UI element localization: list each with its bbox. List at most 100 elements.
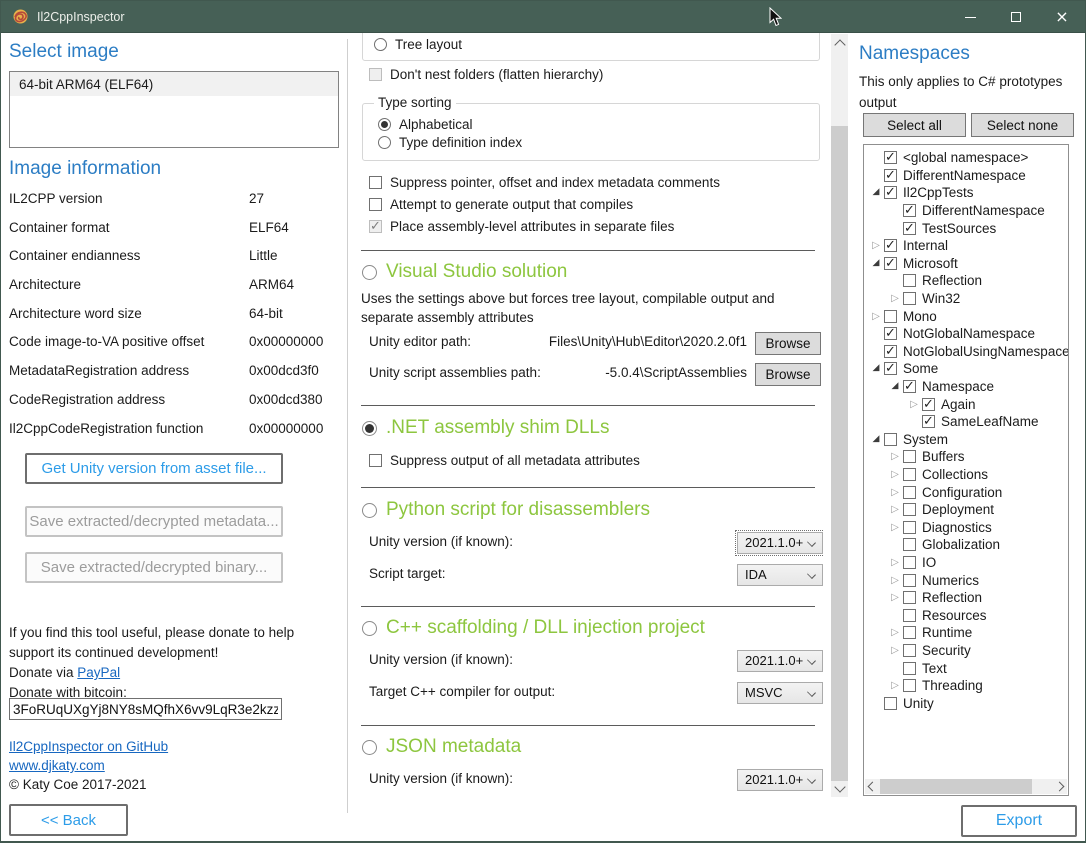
tree-item-checkbox[interactable] bbox=[903, 450, 916, 463]
image-list-item[interactable]: 64-bit ARM64 (ELF64) bbox=[10, 72, 338, 96]
tree-item[interactable]: ▷Collections bbox=[864, 466, 1068, 484]
bitcoin-address-input[interactable] bbox=[9, 698, 282, 720]
cpp-compiler-select[interactable]: MSVC bbox=[737, 682, 823, 704]
tree-item[interactable]: SameLeafName bbox=[864, 413, 1068, 431]
expander-icon[interactable]: ◢ bbox=[868, 184, 884, 201]
tree-item[interactable]: DifferentNamespace bbox=[864, 202, 1068, 220]
vs-solution-radio[interactable] bbox=[362, 265, 377, 280]
tree-item-checkbox[interactable] bbox=[903, 609, 916, 622]
cpp-scaffolding-section-header[interactable]: C++ scaffolding / DLL injection project bbox=[362, 617, 705, 639]
tree-item-checkbox[interactable] bbox=[903, 274, 916, 287]
tree-item-checkbox[interactable] bbox=[903, 503, 916, 516]
json-metadata-radio[interactable] bbox=[362, 740, 377, 755]
dont-nest-option[interactable]: Don't nest folders (flatten hierarchy) bbox=[369, 67, 603, 82]
tree-item[interactable]: DifferentNamespace bbox=[864, 167, 1068, 185]
expander-icon[interactable]: ▷ bbox=[887, 484, 903, 501]
select-all-button[interactable]: Select all bbox=[863, 113, 966, 137]
tree-item[interactable]: ◢Microsoft bbox=[864, 255, 1068, 273]
tree-item-checkbox[interactable] bbox=[884, 327, 897, 340]
scroll-up-button[interactable] bbox=[831, 34, 848, 51]
tree-item-checkbox[interactable] bbox=[922, 398, 935, 411]
tree-item-checkbox[interactable] bbox=[903, 591, 916, 604]
alphabetical-radio[interactable] bbox=[378, 118, 391, 131]
tree-item-checkbox[interactable] bbox=[884, 345, 897, 358]
tree-item-checkbox[interactable] bbox=[903, 380, 916, 393]
tree-item-checkbox[interactable] bbox=[903, 662, 916, 675]
tree-item[interactable]: Resources bbox=[864, 606, 1068, 624]
tree-item[interactable]: ▷Runtime bbox=[864, 624, 1068, 642]
cpp-unity-version-select[interactable]: 2021.1.0+ bbox=[737, 650, 823, 672]
tree-item[interactable]: ▷Configuration bbox=[864, 483, 1068, 501]
tree-item[interactable]: ◢Namespace bbox=[864, 378, 1068, 396]
tree-layout-radio[interactable] bbox=[374, 38, 387, 51]
type-def-index-option[interactable]: Type definition index bbox=[378, 135, 522, 150]
tree-item[interactable]: Text bbox=[864, 659, 1068, 677]
python-script-radio[interactable] bbox=[362, 503, 377, 518]
tree-item-checkbox[interactable] bbox=[903, 222, 916, 235]
tree-item[interactable]: ▷Buffers bbox=[864, 448, 1068, 466]
tree-item-checkbox[interactable] bbox=[903, 521, 916, 534]
title-bar[interactable]: Il2CppInspector × bbox=[1, 1, 1085, 33]
expander-icon[interactable]: ▷ bbox=[868, 308, 884, 325]
website-link[interactable]: www.djkaty.com bbox=[9, 758, 105, 773]
separate-attrs-checkbox[interactable] bbox=[369, 220, 382, 233]
tree-item[interactable]: NotGlobalUsingNamespace bbox=[864, 343, 1068, 361]
expander-icon[interactable]: ▷ bbox=[887, 677, 903, 694]
maximize-button[interactable] bbox=[993, 1, 1039, 33]
tree-item-checkbox[interactable] bbox=[903, 538, 916, 551]
expander-icon[interactable]: ▷ bbox=[887, 501, 903, 518]
expander-icon[interactable]: ◢ bbox=[868, 431, 884, 448]
vs-solution-section-header[interactable]: Visual Studio solution bbox=[362, 261, 567, 283]
tree-item[interactable]: ▷Deployment bbox=[864, 501, 1068, 519]
tree-item[interactable]: ▷Reflection bbox=[864, 589, 1068, 607]
options-scrollbar[interactable] bbox=[831, 34, 848, 797]
expander-icon[interactable]: ◢ bbox=[868, 255, 884, 272]
expander-icon[interactable]: ▷ bbox=[887, 466, 903, 483]
expander-icon[interactable]: ▷ bbox=[887, 554, 903, 571]
tree-item-checkbox[interactable] bbox=[884, 257, 897, 270]
expander-icon[interactable]: ◢ bbox=[887, 378, 903, 395]
tree-item[interactable]: Unity bbox=[864, 694, 1068, 712]
select-none-button[interactable]: Select none bbox=[971, 113, 1074, 137]
expander-icon[interactable]: ▷ bbox=[887, 519, 903, 536]
expander-icon[interactable]: ▷ bbox=[887, 624, 903, 641]
tree-item-checkbox[interactable] bbox=[922, 415, 935, 428]
tree-item[interactable]: ▷Again bbox=[864, 395, 1068, 413]
save-binary-button[interactable]: Save extracted/decrypted binary... bbox=[25, 552, 283, 583]
tree-item[interactable]: NotGlobalNamespace bbox=[864, 325, 1068, 343]
tree-item-checkbox[interactable] bbox=[903, 556, 916, 569]
expander-icon[interactable]: ▷ bbox=[887, 290, 903, 307]
tree-item-checkbox[interactable] bbox=[884, 697, 897, 710]
attempt-compile-option[interactable]: Attempt to generate output that compiles bbox=[369, 197, 633, 212]
tree-item-checkbox[interactable] bbox=[884, 310, 897, 323]
github-link[interactable]: Il2CppInspector on GitHub bbox=[9, 739, 168, 754]
tree-item[interactable]: Reflection bbox=[864, 272, 1068, 290]
tree-item[interactable]: ▷Numerics bbox=[864, 571, 1068, 589]
tree-item[interactable]: ▷Security bbox=[864, 642, 1068, 660]
browse-editor-path-button[interactable]: Browse bbox=[755, 332, 821, 355]
tree-item-checkbox[interactable] bbox=[903, 644, 916, 657]
tree-item[interactable]: ◢System bbox=[864, 431, 1068, 449]
tree-item[interactable]: Globalization bbox=[864, 536, 1068, 554]
scroll-down-button[interactable] bbox=[831, 780, 848, 797]
tree-item-checkbox[interactable] bbox=[903, 486, 916, 499]
tree-item-checkbox[interactable] bbox=[884, 433, 897, 446]
expander-icon[interactable]: ▷ bbox=[887, 589, 903, 606]
namespaces-hscrollbar[interactable] bbox=[865, 779, 1067, 794]
scrollbar-thumb[interactable] bbox=[831, 126, 848, 781]
tree-item[interactable]: ◢Some bbox=[864, 360, 1068, 378]
tree-item-checkbox[interactable] bbox=[884, 186, 897, 199]
tree-item-checkbox[interactable] bbox=[903, 626, 916, 639]
tree-item-checkbox[interactable] bbox=[884, 151, 897, 164]
tree-item-checkbox[interactable] bbox=[903, 468, 916, 481]
json-unity-version-select[interactable]: 2021.1.0+ bbox=[737, 769, 823, 791]
dont-nest-checkbox[interactable] bbox=[369, 68, 382, 81]
expander-icon[interactable]: ◢ bbox=[868, 360, 884, 377]
tree-item[interactable]: ◢Il2CppTests bbox=[864, 184, 1068, 202]
unity-assemblies-path-value[interactable]: -5.0.4\ScriptAssemblies bbox=[605, 365, 747, 380]
scroll-right-button[interactable] bbox=[1052, 779, 1067, 794]
suppress-metadata-attrs-option[interactable]: Suppress output of all metadata attribut… bbox=[369, 453, 640, 468]
tree-item[interactable]: ▷Win32 bbox=[864, 290, 1068, 308]
separate-attrs-option[interactable]: Place assembly-level attributes in separ… bbox=[369, 219, 674, 234]
tree-item[interactable]: ▷IO bbox=[864, 554, 1068, 572]
